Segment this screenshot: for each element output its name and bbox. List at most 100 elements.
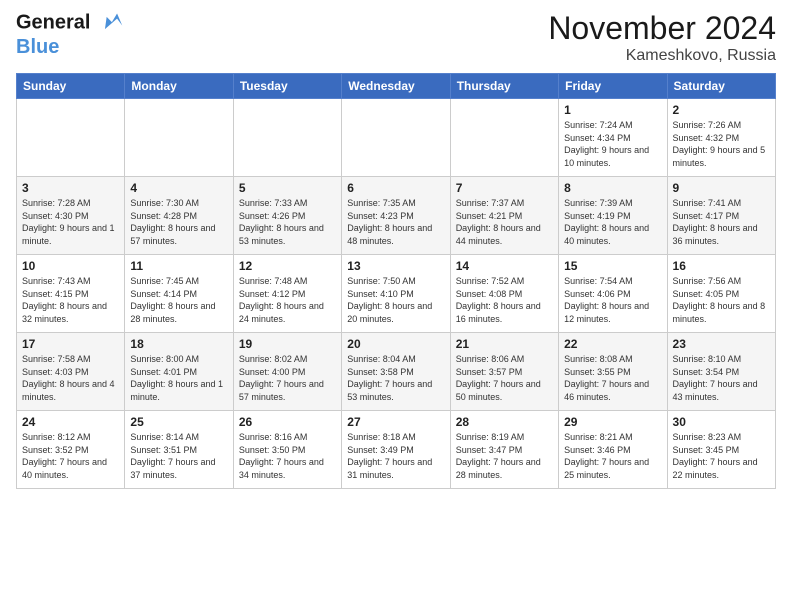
table-row: 9 Sunrise: 7:41 AMSunset: 4:17 PMDayligh…	[667, 177, 775, 255]
table-row: 19 Sunrise: 8:02 AMSunset: 4:00 PMDaylig…	[233, 333, 341, 411]
day-info: Sunrise: 7:24 AMSunset: 4:34 PMDaylight:…	[564, 119, 661, 169]
day-info: Sunrise: 7:43 AMSunset: 4:15 PMDaylight:…	[22, 275, 119, 325]
table-row: 13 Sunrise: 7:50 AMSunset: 4:10 PMDaylig…	[342, 255, 450, 333]
table-row: 4 Sunrise: 7:30 AMSunset: 4:28 PMDayligh…	[125, 177, 233, 255]
day-info: Sunrise: 7:33 AMSunset: 4:26 PMDaylight:…	[239, 197, 336, 247]
day-number: 23	[673, 337, 770, 351]
header-saturday: Saturday	[667, 74, 775, 99]
day-info: Sunrise: 8:18 AMSunset: 3:49 PMDaylight:…	[347, 431, 444, 481]
page-header: General Blue November 2024 Kameshkovo, R…	[16, 10, 776, 65]
table-row: 7 Sunrise: 7:37 AMSunset: 4:21 PMDayligh…	[450, 177, 558, 255]
day-number: 5	[239, 181, 336, 195]
table-row: 16 Sunrise: 7:56 AMSunset: 4:05 PMDaylig…	[667, 255, 775, 333]
table-row: 20 Sunrise: 8:04 AMSunset: 3:58 PMDaylig…	[342, 333, 450, 411]
day-info: Sunrise: 7:30 AMSunset: 4:28 PMDaylight:…	[130, 197, 227, 247]
day-number: 7	[456, 181, 553, 195]
table-row: 30 Sunrise: 8:23 AMSunset: 3:45 PMDaylig…	[667, 411, 775, 489]
header-sunday: Sunday	[17, 74, 125, 99]
title-block: November 2024 Kameshkovo, Russia	[548, 10, 776, 65]
day-info: Sunrise: 7:50 AMSunset: 4:10 PMDaylight:…	[347, 275, 444, 325]
table-row: 26 Sunrise: 8:16 AMSunset: 3:50 PMDaylig…	[233, 411, 341, 489]
day-number: 2	[673, 103, 770, 117]
day-number: 4	[130, 181, 227, 195]
header-monday: Monday	[125, 74, 233, 99]
day-info: Sunrise: 8:16 AMSunset: 3:50 PMDaylight:…	[239, 431, 336, 481]
table-row: 21 Sunrise: 8:06 AMSunset: 3:57 PMDaylig…	[450, 333, 558, 411]
day-number: 26	[239, 415, 336, 429]
day-number: 15	[564, 259, 661, 273]
table-row: 24 Sunrise: 8:12 AMSunset: 3:52 PMDaylig…	[17, 411, 125, 489]
day-number: 27	[347, 415, 444, 429]
day-number: 10	[22, 259, 119, 273]
logo-icon	[98, 10, 124, 36]
logo-blue: Blue	[16, 36, 124, 58]
table-row: 6 Sunrise: 7:35 AMSunset: 4:23 PMDayligh…	[342, 177, 450, 255]
day-info: Sunrise: 7:26 AMSunset: 4:32 PMDaylight:…	[673, 119, 770, 169]
table-row: 8 Sunrise: 7:39 AMSunset: 4:19 PMDayligh…	[559, 177, 667, 255]
month-title: November 2024	[548, 10, 776, 47]
logo: General Blue	[16, 10, 124, 58]
day-info: Sunrise: 7:39 AMSunset: 4:19 PMDaylight:…	[564, 197, 661, 247]
table-row: 17 Sunrise: 7:58 AMSunset: 4:03 PMDaylig…	[17, 333, 125, 411]
day-number: 19	[239, 337, 336, 351]
table-row: 22 Sunrise: 8:08 AMSunset: 3:55 PMDaylig…	[559, 333, 667, 411]
table-row: 23 Sunrise: 8:10 AMSunset: 3:54 PMDaylig…	[667, 333, 775, 411]
header-friday: Friday	[559, 74, 667, 99]
table-row: 3 Sunrise: 7:28 AMSunset: 4:30 PMDayligh…	[17, 177, 125, 255]
day-info: Sunrise: 8:14 AMSunset: 3:51 PMDaylight:…	[130, 431, 227, 481]
table-row	[450, 99, 558, 177]
header-wednesday: Wednesday	[342, 74, 450, 99]
day-number: 3	[22, 181, 119, 195]
day-info: Sunrise: 7:48 AMSunset: 4:12 PMDaylight:…	[239, 275, 336, 325]
day-info: Sunrise: 8:10 AMSunset: 3:54 PMDaylight:…	[673, 353, 770, 403]
day-info: Sunrise: 8:23 AMSunset: 3:45 PMDaylight:…	[673, 431, 770, 481]
day-info: Sunrise: 8:04 AMSunset: 3:58 PMDaylight:…	[347, 353, 444, 403]
day-number: 6	[347, 181, 444, 195]
table-row: 2 Sunrise: 7:26 AMSunset: 4:32 PMDayligh…	[667, 99, 775, 177]
logo-text: General	[16, 10, 124, 36]
day-info: Sunrise: 7:41 AMSunset: 4:17 PMDaylight:…	[673, 197, 770, 247]
calendar-week-row: 1 Sunrise: 7:24 AMSunset: 4:34 PMDayligh…	[17, 99, 776, 177]
table-row	[342, 99, 450, 177]
table-row: 29 Sunrise: 8:21 AMSunset: 3:46 PMDaylig…	[559, 411, 667, 489]
day-number: 25	[130, 415, 227, 429]
day-info: Sunrise: 7:28 AMSunset: 4:30 PMDaylight:…	[22, 197, 119, 247]
calendar-week-row: 3 Sunrise: 7:28 AMSunset: 4:30 PMDayligh…	[17, 177, 776, 255]
day-info: Sunrise: 8:00 AMSunset: 4:01 PMDaylight:…	[130, 353, 227, 403]
day-number: 18	[130, 337, 227, 351]
table-row: 18 Sunrise: 8:00 AMSunset: 4:01 PMDaylig…	[125, 333, 233, 411]
day-number: 12	[239, 259, 336, 273]
table-row: 10 Sunrise: 7:43 AMSunset: 4:15 PMDaylig…	[17, 255, 125, 333]
day-number: 21	[456, 337, 553, 351]
table-row	[17, 99, 125, 177]
location: Kameshkovo, Russia	[548, 47, 776, 65]
day-number: 24	[22, 415, 119, 429]
table-row: 28 Sunrise: 8:19 AMSunset: 3:47 PMDaylig…	[450, 411, 558, 489]
header-thursday: Thursday	[450, 74, 558, 99]
page-container: General Blue November 2024 Kameshkovo, R…	[0, 0, 792, 499]
day-number: 28	[456, 415, 553, 429]
table-row: 15 Sunrise: 7:54 AMSunset: 4:06 PMDaylig…	[559, 255, 667, 333]
table-row	[233, 99, 341, 177]
day-info: Sunrise: 8:08 AMSunset: 3:55 PMDaylight:…	[564, 353, 661, 403]
table-row: 1 Sunrise: 7:24 AMSunset: 4:34 PMDayligh…	[559, 99, 667, 177]
table-row	[125, 99, 233, 177]
calendar-week-row: 17 Sunrise: 7:58 AMSunset: 4:03 PMDaylig…	[17, 333, 776, 411]
calendar-week-row: 24 Sunrise: 8:12 AMSunset: 3:52 PMDaylig…	[17, 411, 776, 489]
day-number: 14	[456, 259, 553, 273]
calendar-week-row: 10 Sunrise: 7:43 AMSunset: 4:15 PMDaylig…	[17, 255, 776, 333]
calendar-header-row: Sunday Monday Tuesday Wednesday Thursday…	[17, 74, 776, 99]
day-number: 8	[564, 181, 661, 195]
day-number: 9	[673, 181, 770, 195]
day-info: Sunrise: 7:35 AMSunset: 4:23 PMDaylight:…	[347, 197, 444, 247]
day-number: 17	[22, 337, 119, 351]
table-row: 14 Sunrise: 7:52 AMSunset: 4:08 PMDaylig…	[450, 255, 558, 333]
table-row: 27 Sunrise: 8:18 AMSunset: 3:49 PMDaylig…	[342, 411, 450, 489]
day-number: 29	[564, 415, 661, 429]
day-info: Sunrise: 7:56 AMSunset: 4:05 PMDaylight:…	[673, 275, 770, 325]
day-info: Sunrise: 8:02 AMSunset: 4:00 PMDaylight:…	[239, 353, 336, 403]
day-info: Sunrise: 7:58 AMSunset: 4:03 PMDaylight:…	[22, 353, 119, 403]
day-info: Sunrise: 7:37 AMSunset: 4:21 PMDaylight:…	[456, 197, 553, 247]
day-info: Sunrise: 8:19 AMSunset: 3:47 PMDaylight:…	[456, 431, 553, 481]
header-tuesday: Tuesday	[233, 74, 341, 99]
